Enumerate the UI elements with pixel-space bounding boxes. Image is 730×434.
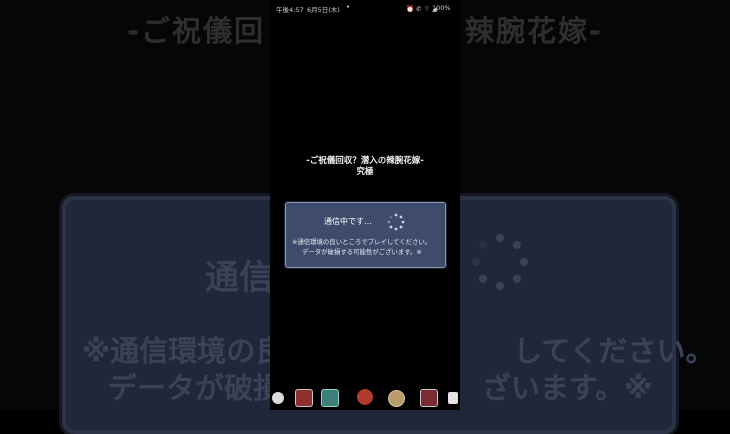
status-bar: 午後4:57 6月5日(木) • ⏰ ✆ ⌔ ◢ 100% xyxy=(270,0,460,15)
connecting-dialog: 通信中です… ※通信環境の良いところでプレイしてください。 データが破損する可能… xyxy=(285,202,446,268)
game-app-icon-2[interactable] xyxy=(321,389,339,407)
connecting-status-text: 通信中です… xyxy=(324,217,372,226)
game-app-icon-1[interactable] xyxy=(295,389,313,407)
status-date: 6月5日(木) xyxy=(307,6,340,14)
loading-spinner-icon xyxy=(387,213,405,231)
notification-dot-icon: • xyxy=(346,3,351,11)
taskbar xyxy=(270,386,460,410)
game-app-icon-4[interactable] xyxy=(420,389,438,407)
file-app-icon[interactable] xyxy=(448,392,458,404)
phone-screen: 午後4:57 6月5日(木) • ⏰ ✆ ⌔ ◢ 100% -ご祝儀回収？潜入の… xyxy=(270,0,460,410)
connection-note-line-1: ※通信環境の良いところでプレイしてください。 xyxy=(292,238,432,246)
game-app-icon-3[interactable] xyxy=(357,389,373,405)
settings-app-icon[interactable] xyxy=(272,392,284,404)
status-time: 午後4:57 xyxy=(276,6,304,14)
quest-title: -ご祝儀回収？潜入の辣腕花嫁- xyxy=(306,156,424,166)
connection-note-line-2: データが破損する可能性がございます。※ xyxy=(302,248,422,256)
quest-difficulty: 究極 xyxy=(356,167,374,177)
background-spinner-icon xyxy=(472,234,528,290)
background-status-text: 通信 xyxy=(205,258,273,298)
battery-level: 100% xyxy=(432,4,451,12)
coin-app-icon[interactable] xyxy=(388,390,405,407)
